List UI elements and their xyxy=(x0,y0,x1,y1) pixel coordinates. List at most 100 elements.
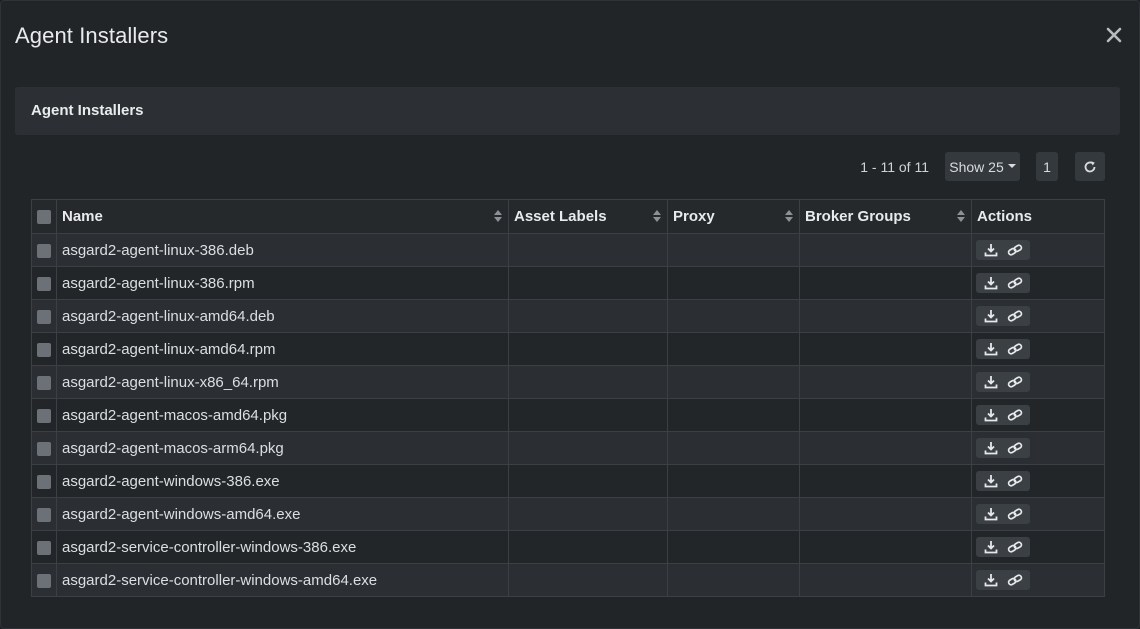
download-icon[interactable] xyxy=(979,273,1003,293)
column-header-proxy[interactable]: Proxy xyxy=(667,199,800,234)
row-actions xyxy=(976,306,1030,326)
installers-card-header: Agent Installers xyxy=(15,87,1120,135)
name-cell: asgard2-agent-macos-amd64.pkg xyxy=(56,398,509,432)
link-icon[interactable] xyxy=(1003,339,1027,359)
link-icon[interactable] xyxy=(1003,306,1027,326)
row-checkbox[interactable] xyxy=(37,573,51,588)
row-actions xyxy=(976,372,1030,392)
table-row: asgard2-agent-linux-386.deb xyxy=(31,233,1105,267)
row-actions xyxy=(976,537,1030,557)
link-icon[interactable] xyxy=(1003,273,1027,293)
column-header-name[interactable]: Name xyxy=(56,199,509,234)
proxy-cell xyxy=(667,530,800,564)
row-select-cell xyxy=(31,266,57,300)
broker-groups-cell xyxy=(799,398,972,432)
asset-labels-cell xyxy=(508,365,668,399)
broker-groups-cell xyxy=(799,365,972,399)
name-cell: asgard2-service-controller-windows-amd64… xyxy=(56,563,509,597)
table-header-row: Name Asset Labels Proxy Broker Groups Ac… xyxy=(31,199,1105,234)
link-icon[interactable] xyxy=(1003,372,1027,392)
download-icon[interactable] xyxy=(979,339,1003,359)
name-cell: asgard2-agent-windows-386.exe xyxy=(56,464,509,498)
column-label: Asset Labels xyxy=(514,208,607,225)
link-icon[interactable] xyxy=(1003,240,1027,260)
broker-groups-cell xyxy=(799,464,972,498)
proxy-cell xyxy=(667,332,800,366)
download-icon[interactable] xyxy=(979,471,1003,491)
table-row: asgard2-agent-linux-x86_64.rpm xyxy=(31,365,1105,399)
actions-cell xyxy=(971,530,1105,564)
name-cell: asgard2-agent-linux-386.rpm xyxy=(56,266,509,300)
row-select-cell xyxy=(31,431,57,465)
row-checkbox[interactable] xyxy=(37,507,51,522)
broker-groups-cell xyxy=(799,431,972,465)
table-row: asgard2-agent-windows-386.exe xyxy=(31,464,1105,498)
link-icon[interactable] xyxy=(1003,504,1027,524)
link-icon[interactable] xyxy=(1003,405,1027,425)
caret-down-icon xyxy=(1007,163,1016,168)
proxy-cell xyxy=(667,563,800,597)
column-header-broker-groups[interactable]: Broker Groups xyxy=(799,199,972,234)
proxy-cell xyxy=(667,431,800,465)
broker-groups-cell xyxy=(799,299,972,333)
name-cell: asgard2-service-controller-windows-386.e… xyxy=(56,530,509,564)
actions-cell xyxy=(971,464,1105,498)
asset-labels-cell xyxy=(508,299,668,333)
asset-labels-cell xyxy=(508,233,668,267)
broker-groups-cell xyxy=(799,266,972,300)
row-checkbox[interactable] xyxy=(37,276,51,291)
broker-groups-cell xyxy=(799,563,972,597)
row-actions xyxy=(976,471,1030,491)
row-checkbox[interactable] xyxy=(37,441,51,456)
sort-icon xyxy=(653,210,661,224)
refresh-button[interactable] xyxy=(1075,152,1105,181)
row-checkbox[interactable] xyxy=(37,243,51,258)
pagination-range: 1 - 11 of 11 xyxy=(860,159,929,175)
table-row: asgard2-agent-linux-amd64.deb xyxy=(31,299,1105,333)
download-icon[interactable] xyxy=(979,537,1003,557)
actions-cell xyxy=(971,365,1105,399)
name-cell: asgard2-agent-linux-amd64.rpm xyxy=(56,332,509,366)
name-cell: asgard2-agent-windows-amd64.exe xyxy=(56,497,509,531)
download-icon[interactable] xyxy=(979,504,1003,524)
asset-labels-cell xyxy=(508,398,668,432)
download-icon[interactable] xyxy=(979,240,1003,260)
download-icon[interactable] xyxy=(979,570,1003,590)
row-checkbox[interactable] xyxy=(37,375,51,390)
row-actions xyxy=(976,570,1030,590)
row-checkbox[interactable] xyxy=(37,342,51,357)
row-actions xyxy=(976,405,1030,425)
table-row: asgard2-agent-linux-amd64.rpm xyxy=(31,332,1105,366)
column-label: Proxy xyxy=(673,208,715,225)
row-checkbox[interactable] xyxy=(37,540,51,555)
name-cell: asgard2-agent-macos-arm64.pkg xyxy=(56,431,509,465)
page-number: 1 xyxy=(1043,158,1051,175)
actions-cell xyxy=(971,431,1105,465)
select-all-checkbox[interactable] xyxy=(37,210,51,225)
broker-groups-cell xyxy=(799,530,972,564)
row-checkbox[interactable] xyxy=(37,408,51,423)
download-icon[interactable] xyxy=(979,372,1003,392)
page-1-button[interactable]: 1 xyxy=(1036,152,1058,181)
link-icon[interactable] xyxy=(1003,471,1027,491)
row-checkbox[interactable] xyxy=(37,474,51,489)
download-icon[interactable] xyxy=(979,306,1003,326)
column-header-asset-labels[interactable]: Asset Labels xyxy=(508,199,668,234)
link-icon[interactable] xyxy=(1003,570,1027,590)
row-select-cell xyxy=(31,398,57,432)
page-size-dropdown[interactable]: Show 25 xyxy=(945,152,1020,181)
link-icon[interactable] xyxy=(1003,438,1027,458)
download-icon[interactable] xyxy=(979,405,1003,425)
actions-cell xyxy=(971,332,1105,366)
download-icon[interactable] xyxy=(979,438,1003,458)
asset-labels-cell xyxy=(508,464,668,498)
column-header-actions: Actions xyxy=(971,199,1105,234)
broker-groups-cell xyxy=(799,497,972,531)
row-actions xyxy=(976,438,1030,458)
link-icon[interactable] xyxy=(1003,537,1027,557)
table-toolbar: 1 - 11 of 11 Show 25 1 xyxy=(1,152,1139,182)
row-actions xyxy=(976,339,1030,359)
proxy-cell xyxy=(667,365,800,399)
row-checkbox[interactable] xyxy=(37,309,51,324)
close-icon[interactable] xyxy=(1105,26,1123,44)
